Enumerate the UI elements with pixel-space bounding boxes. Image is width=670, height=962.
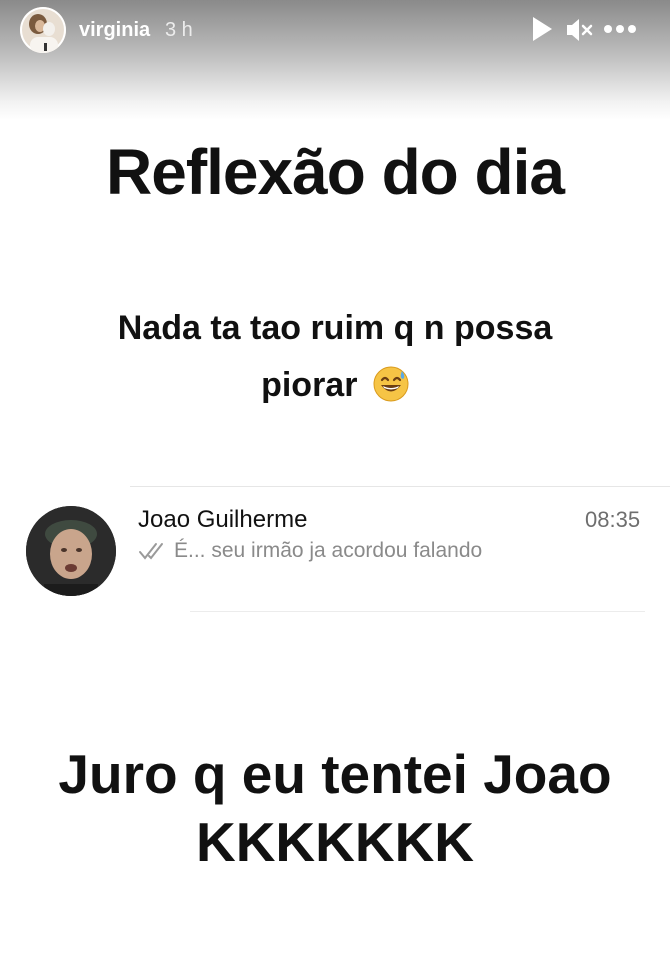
chat-divider-bottom bbox=[190, 611, 645, 612]
story-subtitle: Nada ta tao ruim q n possa piorar bbox=[0, 300, 670, 420]
contact-avatar[interactable] bbox=[26, 506, 116, 596]
profile-avatar[interactable] bbox=[20, 7, 66, 53]
subtitle-line-2-text: piorar bbox=[261, 366, 358, 404]
profile-avatar-image bbox=[20, 7, 66, 53]
contact-name: Joao Guilherme bbox=[138, 506, 308, 533]
message-preview: É... seu irmão ja acordou falando bbox=[174, 539, 483, 562]
subtitle-line-1: Nada ta tao ruim q n possa bbox=[117, 309, 553, 347]
play-icon[interactable] bbox=[531, 16, 553, 47]
grinning-face-with-sweat-icon bbox=[373, 363, 409, 420]
chat-divider-top bbox=[130, 486, 670, 487]
username[interactable]: virginia bbox=[79, 19, 150, 42]
story-header: virginia 3 h bbox=[0, 0, 670, 62]
post-time: 3 h bbox=[165, 19, 193, 41]
caption-line-2: KKKKKKK bbox=[195, 811, 475, 873]
contact-avatar-image bbox=[26, 506, 116, 596]
double-check-icon bbox=[138, 540, 168, 567]
subtitle-line-2: piorar bbox=[0, 357, 670, 420]
more-options-icon[interactable] bbox=[603, 21, 637, 39]
mute-icon[interactable] bbox=[565, 16, 593, 49]
story-title: Reflexão do dia bbox=[106, 136, 565, 208]
story-caption: Juro q eu tentei Joao KKKKKKK bbox=[0, 740, 670, 876]
message-time: 08:35 bbox=[585, 507, 641, 532]
caption-line-1: Juro q eu tentei Joao bbox=[58, 743, 612, 805]
